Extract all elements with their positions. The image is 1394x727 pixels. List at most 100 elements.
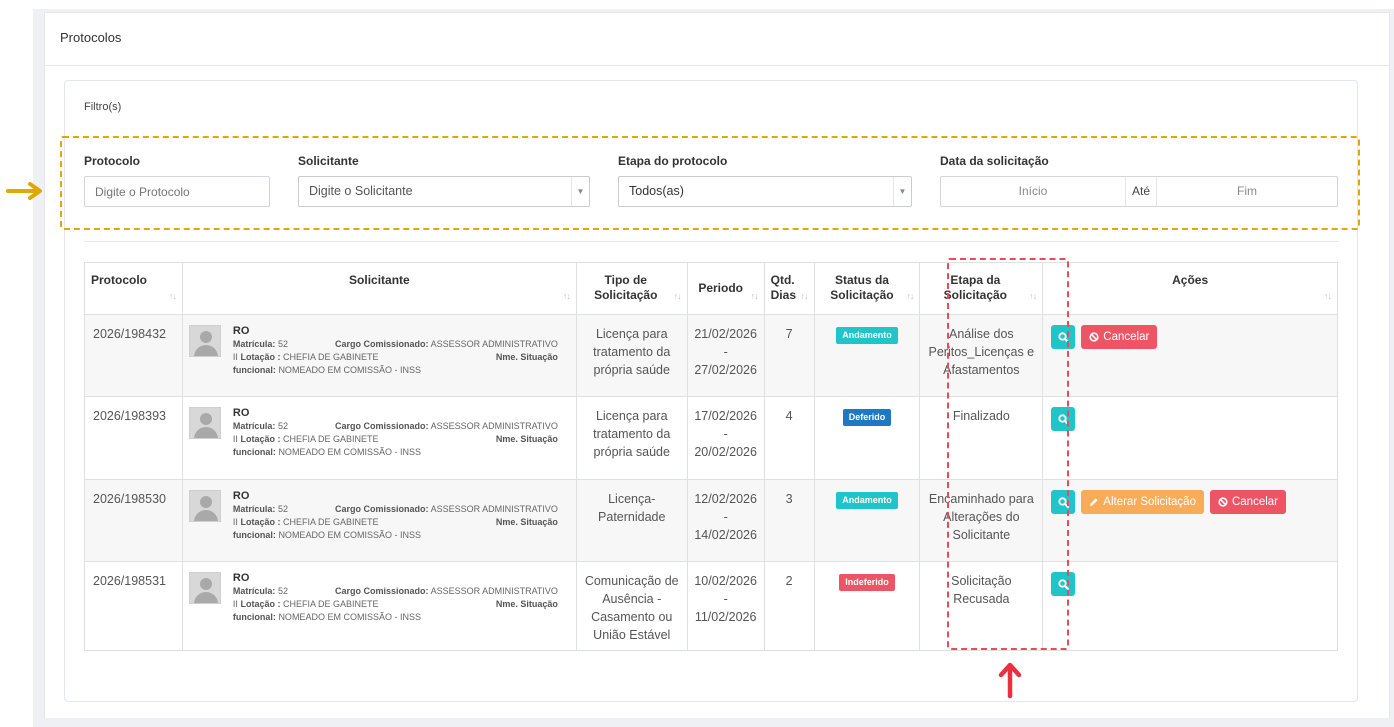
sort-icon[interactable]: ↑↓ (169, 289, 177, 304)
table-row: 2026/198393 RO Matrícula: 52 Cargo Comiss… (84, 396, 1338, 480)
funcional-value: NOMEADO EM COMISSÃO - INSS (278, 530, 421, 540)
periodo-inicio: 17/02/2026 (694, 409, 757, 423)
status-cell: Andamento (813, 314, 921, 397)
sort-icon[interactable]: ↑↓ (563, 289, 571, 304)
matricula-value: 52 (277, 339, 288, 349)
col-status-label-1: Status da (834, 273, 889, 287)
col-periodo-label: Periodo (698, 281, 743, 295)
cargo-label: Cargo Comissionado: (335, 504, 429, 514)
panel-title: Protocolos (60, 30, 122, 45)
periodo-sep: - (723, 427, 728, 441)
periodo-fim: 20/02/2026 (694, 445, 757, 459)
col-solicitante[interactable]: Solicitante ↑↓ (181, 262, 577, 315)
dias-cell: 2 (763, 561, 815, 651)
lotacao-prefix: II (232, 517, 238, 527)
situacao-label: Nme. Situação (495, 352, 558, 362)
lotacao-value: CHEFIA DE GABINETE (282, 434, 379, 444)
lotacao-prefix: II (232, 434, 238, 444)
periodo-inicio: 10/02/2026 (694, 574, 757, 588)
alter-request-button[interactable]: Alterar Solicitação (1081, 490, 1204, 514)
solicitante-cell: RO Matrícula: 52 Cargo Comissionado: ASSE… (181, 561, 577, 651)
matricula-value: 52 (277, 421, 288, 431)
tipo-cell: Licença-Paternidade (575, 479, 688, 562)
table-row: 2026/198530 RO Matrícula: 52 Cargo Comiss… (84, 479, 1338, 562)
tipo-cell: Comunicação de Ausência - Casamento ou U… (575, 561, 688, 651)
solicitante-name: RO (232, 490, 250, 502)
col-acoes[interactable]: Ações ↑↓ (1042, 262, 1338, 315)
situacao-label: Nme. Situação (495, 599, 558, 609)
funcional-label: funcional: (232, 447, 276, 457)
sort-icon[interactable]: ↑↓ (751, 289, 759, 304)
col-periodo[interactable]: Periodo ↑↓ (686, 262, 765, 315)
col-status[interactable]: Status da Solicitação ↑↓ (813, 262, 921, 315)
solicitante-cell: RO Matrícula: 52 Cargo Comissionado: ASSE… (181, 479, 577, 562)
funcional-value: NOMEADO EM COMISSÃO - INSS (278, 365, 421, 375)
lotacao-label: Lotação : (240, 352, 281, 362)
cargo-label: Cargo Comissionado: (335, 339, 429, 349)
col-tipo[interactable]: Tipo de Solicitação ↑↓ (575, 262, 688, 315)
cancel-button[interactable]: Cancelar (1081, 325, 1158, 349)
matricula-value: 52 (277, 586, 288, 596)
col-tipo-label-2: Solicitação (594, 288, 658, 302)
situacao-label: Nme. Situação (495, 517, 558, 527)
cancel-button-label: Cancelar (1103, 331, 1150, 343)
dias-cell: 3 (763, 479, 815, 562)
protocolo-cell: 2026/198393 (84, 396, 183, 480)
col-tipo-label-1: Tipo de (604, 273, 647, 287)
periodo-sep: - (723, 592, 728, 606)
avatar (188, 325, 221, 357)
sort-icon[interactable]: ↑↓ (1324, 289, 1332, 304)
periodo-fim: 27/02/2026 (694, 363, 757, 377)
col-qtd-label-2: Dias (770, 288, 796, 302)
cancel-button-label: Cancelar (1231, 496, 1278, 508)
table-row: 2026/198432 RO Matrícula: 52 Cargo Comiss… (84, 314, 1338, 397)
cargo-value: ASSESSOR ADMINISTRATIVO (430, 504, 558, 514)
ban-icon (1089, 332, 1099, 342)
periodo-cell: 17/02/2026 - 20/02/2026 (686, 396, 765, 480)
cargo-label: Cargo Comissionado: (335, 586, 429, 596)
alter-request-label: Alterar Solicitação (1103, 496, 1196, 508)
filter-highlight-box (60, 136, 1360, 230)
funcional-label: funcional: (232, 612, 276, 622)
status-badge: Andamento (836, 327, 898, 344)
matricula-value: 52 (277, 504, 288, 514)
arrow-up-icon (998, 662, 1022, 699)
lotacao-label: Lotação : (240, 517, 281, 527)
tipo-cell: Licença para tratamento da própria saúde (575, 314, 688, 397)
cargo-value: ASSESSOR ADMINISTRATIVO (430, 339, 558, 349)
col-qtd-dias[interactable]: Qtd. Dias ↑↓ (763, 262, 815, 315)
lotacao-prefix: II (232, 599, 238, 609)
funcional-label: funcional: (232, 365, 276, 375)
periodo-inicio: 12/02/2026 (694, 492, 757, 506)
periodo-fim: 11/02/2026 (694, 610, 757, 624)
periodo-cell: 12/02/2026 - 14/02/2026 (686, 479, 765, 562)
funcional-label: funcional: (232, 530, 276, 540)
funcional-value: NOMEADO EM COMISSÃO - INSS (278, 447, 421, 457)
col-solicitante-label: Solicitante (349, 273, 410, 287)
periodo-cell: 21/02/2026 - 27/02/2026 (686, 314, 765, 397)
cargo-value: ASSESSOR ADMINISTRATIVO (430, 421, 558, 431)
status-badge: Deferido (842, 409, 892, 426)
acoes-cell: Alterar Solicitação Cancelar (1042, 479, 1338, 562)
avatar (188, 572, 221, 604)
cargo-label: Cargo Comissionado: (335, 421, 429, 431)
col-protocolo[interactable]: Protocolo ↑↓ (84, 262, 183, 315)
lotacao-value: CHEFIA DE GABINETE (282, 517, 379, 527)
cargo-value: ASSESSOR ADMINISTRATIVO (430, 586, 558, 596)
solicitante-cell: RO Matrícula: 52 Cargo Comissionado: ASSE… (181, 314, 577, 397)
cancel-button[interactable]: Cancelar (1209, 490, 1286, 514)
sort-icon[interactable]: ↑↓ (801, 289, 809, 304)
periodo-sep: - (723, 345, 728, 359)
avatar (188, 407, 221, 439)
arrow-right-icon (6, 182, 42, 200)
periodo-sep: - (723, 510, 728, 524)
matricula-label: Matrícula: (232, 504, 276, 514)
sort-icon[interactable]: ↑↓ (906, 289, 914, 304)
sort-icon[interactable]: ↑↓ (674, 289, 682, 304)
status-cell: Deferido (813, 396, 921, 480)
status-badge: Indeferido (839, 574, 895, 591)
protocols-table: Protocolo ↑↓ Solicitante ↑↓ Tipo de Solicit… (84, 262, 1338, 651)
col-acoes-label: Ações (1172, 273, 1209, 287)
acoes-cell (1042, 561, 1338, 651)
table-row: 2026/198531 RO Matrícula: 52 Cargo Comiss… (84, 561, 1338, 651)
